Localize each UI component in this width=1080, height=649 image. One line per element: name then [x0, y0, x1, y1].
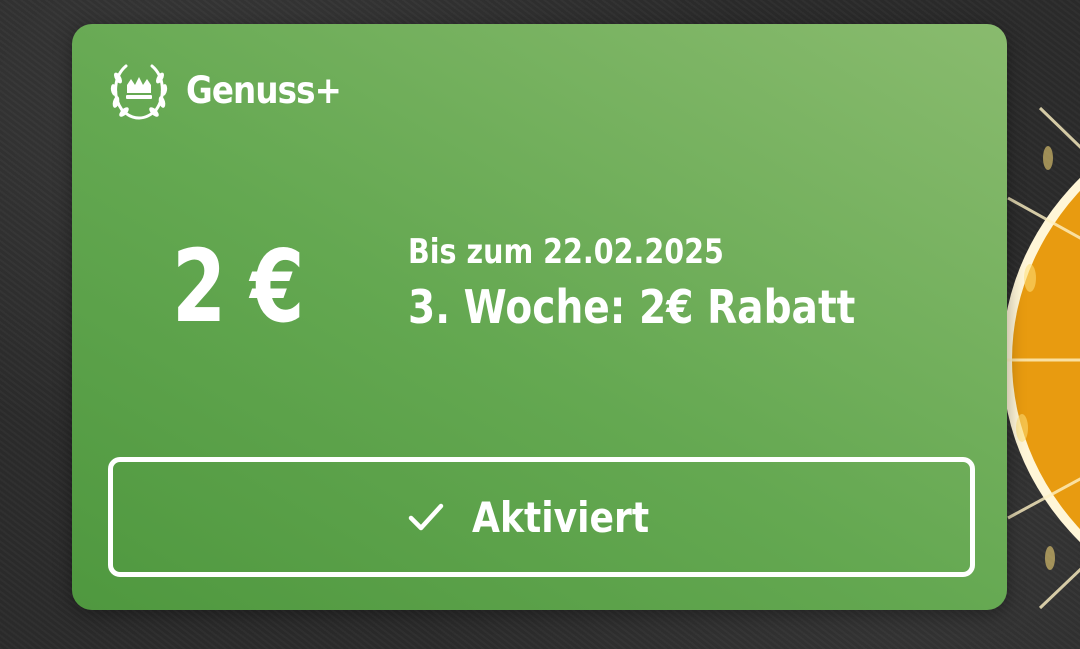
laurel-crown-icon: [110, 64, 168, 120]
activated-button-label: Aktiviert: [471, 492, 649, 542]
brand-name: Genuss+: [186, 68, 342, 112]
orange-slice-decoration: [1000, 88, 1080, 633]
valid-until-text: Bis zum 22.02.2025: [408, 232, 724, 272]
coupon-card: Genuss+ 2 € Bis zum 22.02.2025 3. Woche:…: [72, 24, 1007, 610]
coupon-info: Bis zum 22.02.2025 3. Woche: 2€ Rabatt: [408, 230, 934, 336]
activated-button[interactable]: Aktiviert: [108, 457, 975, 577]
coupon-description: 3. Woche: 2€ Rabatt: [408, 280, 856, 334]
checkmark-icon: [408, 503, 443, 531]
brand-header: Genuss+: [106, 58, 362, 122]
discount-amount: 2 €: [172, 228, 305, 345]
